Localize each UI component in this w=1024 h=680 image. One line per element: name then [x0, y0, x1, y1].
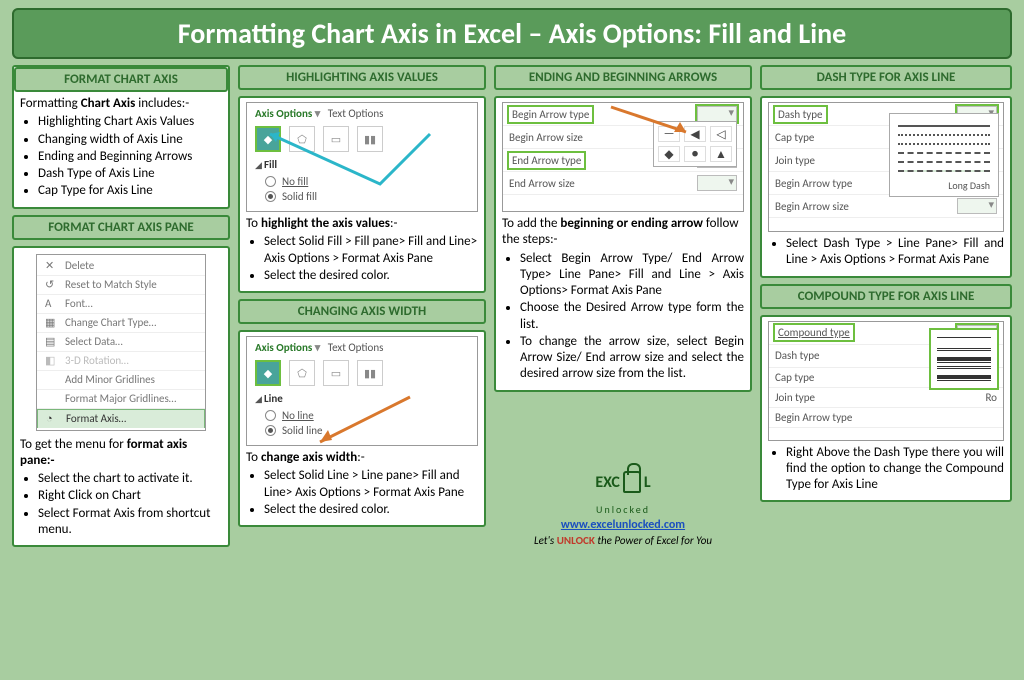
tab-text-options[interactable]: Text Options [328, 107, 384, 120]
section-line[interactable]: Line [255, 392, 469, 405]
tagline: Let's UNLOCK the Power of Excel for You [534, 534, 712, 547]
section-fill[interactable]: Fill [255, 158, 469, 171]
arrow-steps: Select Begin Arrow Type/ End Arrow Type>… [502, 251, 744, 383]
box-dash-type: Dash type Cap type Join type Begin Arrow… [760, 96, 1012, 278]
chart-icon[interactable]: ▮▮ [357, 126, 383, 152]
arrow-type-popup[interactable]: —◀◁ ◆●▲ [653, 121, 737, 167]
fill-line-icon-2[interactable]: ◆ [255, 360, 281, 386]
menu-item-font[interactable]: AFont… [37, 295, 205, 314]
header-highlighting: HIGHLIGHTING AXIS VALUES [238, 65, 486, 90]
line-pane: Axis Options Text Options ◆ ⬠ ▭ ▮▮ Line … [246, 336, 478, 446]
fill-pane: Axis Options Text Options ◆ ⬠ ▭ ▮▮ Fill … [246, 102, 478, 212]
logo-area: EXC L Unlocked www.excelunlocked.com Let… [494, 459, 752, 547]
lock-icon [623, 471, 641, 493]
compound-props: Compound type Dash type Cap typeFla Join… [768, 321, 1004, 441]
website-link[interactable]: www.excelunlocked.com [561, 518, 685, 532]
prop-end-arrow-size[interactable]: End Arrow size [509, 177, 575, 190]
box-compound-type: Compound type Dash type Cap typeFla Join… [760, 315, 1012, 503]
box-format-axis-pane: ✕Delete ↺Reset to Match Style AFont… ▦Ch… [12, 246, 230, 548]
menu-item-format-major-gridlines[interactable]: Format Major Gridlines… [37, 390, 205, 409]
fill-line-icon[interactable]: ◆ [255, 126, 281, 152]
radio-no-line[interactable]: No line [265, 409, 469, 422]
radio-solid-fill[interactable]: Solid fill [265, 190, 469, 203]
header-format-axis-pane: FORMAT CHART AXIS PANE [12, 215, 230, 240]
pane-steps: Select the chart to activate it. Right C… [20, 471, 222, 538]
prop-dash-type[interactable]: Dash type [775, 107, 826, 122]
end-arrow-size-dropdown[interactable] [697, 175, 737, 191]
intro-text: Formatting Chart Axis includes:- [20, 96, 222, 112]
radio-no-fill[interactable]: No fill [265, 175, 469, 188]
box-axis-width: Axis Options Text Options ◆ ⬠ ▭ ▮▮ Line … [238, 330, 486, 527]
arrow-intro: To add the beginning or ending arrow fol… [502, 216, 744, 249]
menu-item-delete[interactable]: ✕Delete [37, 257, 205, 276]
intro-bullets: Highlighting Chart Axis Values Changing … [20, 114, 222, 199]
begin-arrow-type-dropdown[interactable] [697, 106, 737, 122]
header-compound-type: COMPOUND TYPE FOR AXIS LINE [760, 284, 1012, 309]
header-dash-type: DASH TYPE FOR AXIS LINE [760, 65, 1012, 90]
box-arrows: Begin Arrow type Begin Arrow size End Ar… [494, 96, 752, 392]
compound-popup[interactable] [929, 328, 999, 390]
prop-begin-arrow-type-2[interactable]: Begin Arrow type [775, 177, 852, 190]
prop-begin-arrow-size[interactable]: Begin Arrow size [509, 131, 583, 144]
brand-logo: EXC L [595, 459, 650, 505]
size-icon-2[interactable]: ▭ [323, 360, 349, 386]
header-arrows: ENDING AND BEGINNING ARROWS [494, 65, 752, 90]
menu-item-add-minor-gridlines[interactable]: Add Minor Gridlines [37, 371, 205, 390]
prop-compound-type[interactable]: Compound type [775, 325, 853, 340]
width-intro: To change axis width:- [246, 450, 478, 466]
effects-icon-2[interactable]: ⬠ [289, 360, 315, 386]
prop-end-arrow-type[interactable]: End Arrow type [509, 153, 584, 168]
box-highlight-axis: Axis Options Text Options ◆ ⬠ ▭ ▮▮ Fill … [238, 96, 486, 293]
menu-item-select-data[interactable]: ▤Select Data… [37, 333, 205, 352]
prop-begin-arrow-size-2[interactable]: Begin Arrow size [775, 200, 849, 213]
prop-cap-type-2[interactable]: Cap type [775, 371, 814, 384]
menu-item-format-axis[interactable]: ◔Format Axis… [37, 409, 205, 428]
prop-begin-arrow-type-3[interactable]: Begin Arrow type [775, 411, 852, 424]
menu-item-change-chart-type[interactable]: ▦Change Chart Type… [37, 314, 205, 333]
tab-axis-options-2[interactable]: Axis Options [255, 341, 320, 354]
width-steps: Select Solid Line > Line pane> Fill and … [246, 468, 478, 518]
prop-join-type[interactable]: Join type [775, 154, 815, 167]
chart-icon-2[interactable]: ▮▮ [357, 360, 383, 386]
menu-item-reset[interactable]: ↺Reset to Match Style [37, 276, 205, 295]
radio-solid-line[interactable]: Solid line [265, 424, 469, 437]
dash-popup[interactable]: Long Dash [889, 113, 999, 197]
prop-join-type-2[interactable]: Join type [775, 391, 815, 404]
prop-begin-arrow-type[interactable]: Begin Arrow type [509, 107, 592, 122]
brand-sub: Unlocked [596, 503, 650, 516]
tab-axis-options[interactable]: Axis Options [255, 107, 320, 120]
pane-intro: To get the menu for format axis pane:- [20, 437, 222, 470]
prop-dash-type-2[interactable]: Dash type [775, 349, 820, 362]
page-title: Formatting Chart Axis in Excel – Axis Op… [12, 8, 1012, 59]
compound-steps: Right Above the Dash Type there you will… [768, 445, 1004, 494]
dash-steps: Select Dash Type > Line Pane> Fill and L… [768, 236, 1004, 269]
menu-item-3d-rotation[interactable]: ◧3-D Rotation… [37, 352, 205, 371]
highlight-intro: To highlight the axis values:- [246, 216, 478, 232]
header-axis-width: CHANGING AXIS WIDTH [238, 299, 486, 324]
highlight-steps: Select Solid Fill > Fill pane> Fill and … [246, 234, 478, 284]
prop-cap-type[interactable]: Cap type [775, 131, 814, 144]
effects-icon[interactable]: ⬠ [289, 126, 315, 152]
size-icon[interactable]: ▭ [323, 126, 349, 152]
arrow-props: Begin Arrow type Begin Arrow size End Ar… [502, 102, 744, 212]
dash-props: Dash type Cap type Join type Begin Arrow… [768, 102, 1004, 232]
context-menu: ✕Delete ↺Reset to Match Style AFont… ▦Ch… [36, 254, 206, 431]
box-format-chart-axis: FORMAT CHART AXIS Formatting Chart Axis … [12, 65, 230, 209]
tab-text-options-2[interactable]: Text Options [328, 341, 384, 354]
header-format-chart-axis: FORMAT CHART AXIS [14, 67, 228, 92]
begin-arrow-size-dropdown-2[interactable] [957, 198, 997, 214]
